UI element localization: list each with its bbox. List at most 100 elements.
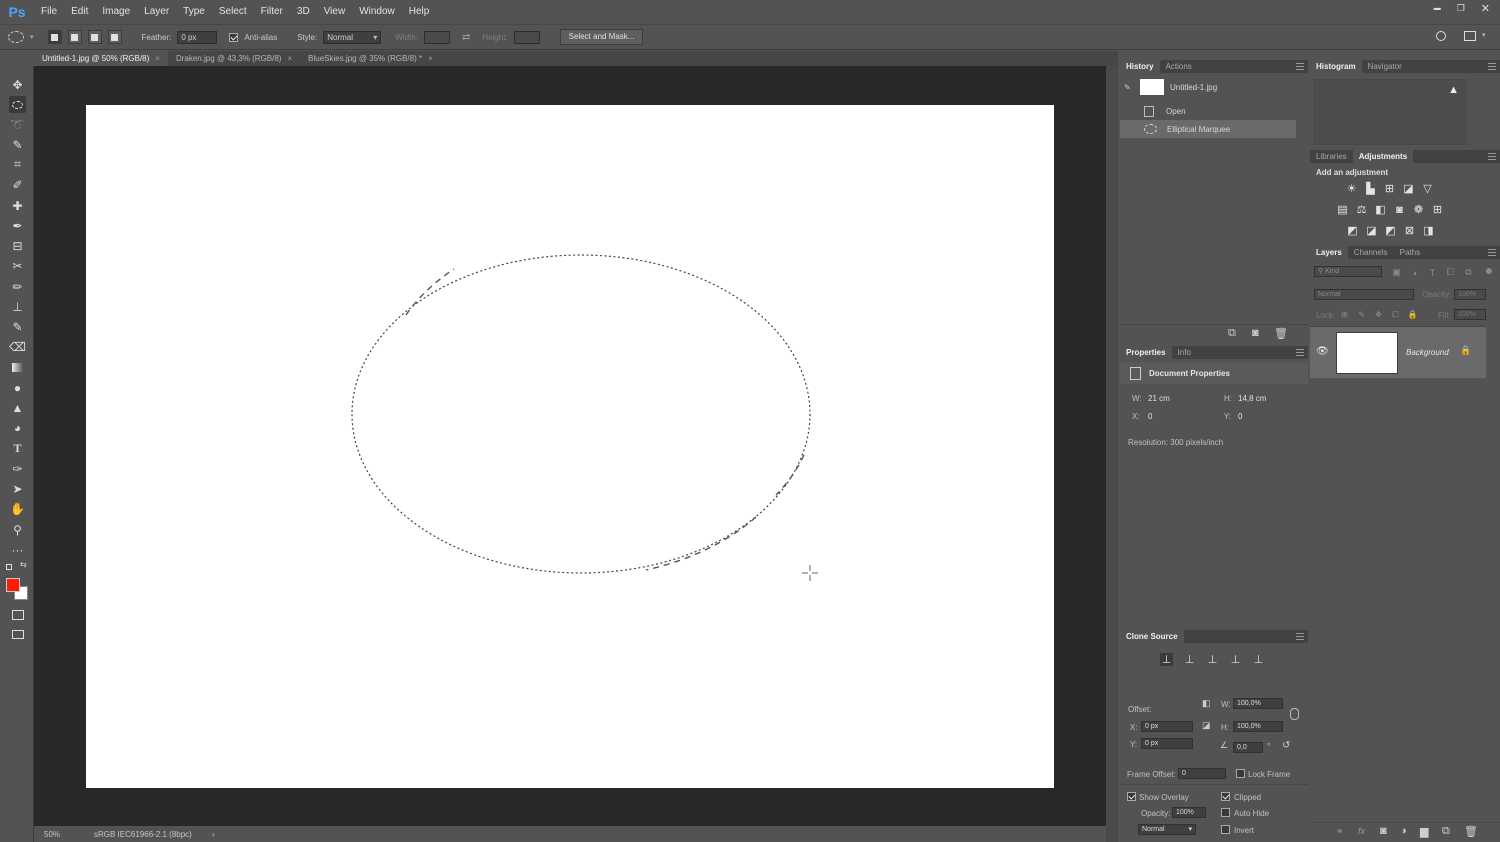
- curves-icon[interactable]: ⊞: [1383, 182, 1396, 195]
- layer-name[interactable]: Background: [1406, 348, 1449, 357]
- clone-stamp-tool-icon[interactable]: ⊟: [9, 237, 26, 254]
- antialias-checkbox[interactable]: [229, 32, 239, 42]
- more-tools-icon[interactable]: ···: [9, 541, 26, 558]
- camera-icon[interactable]: ◙: [1252, 327, 1259, 339]
- tab-close-button[interactable]: ×: [155, 54, 160, 63]
- color-lookup-icon[interactable]: ⊞: [1431, 203, 1444, 216]
- panel-menu-icon[interactable]: [1296, 349, 1304, 356]
- add-to-selection-button[interactable]: [67, 30, 82, 44]
- new-layer-icon[interactable]: ⧉: [1442, 825, 1450, 838]
- clone-w-input[interactable]: 100,0%: [1233, 698, 1283, 709]
- add-mask-icon[interactable]: ◙: [1380, 825, 1387, 837]
- panel-menu-icon[interactable]: [1488, 153, 1496, 160]
- tab-draken[interactable]: Draken.jpg @ 43,3% (RGB/8) ×: [168, 51, 300, 66]
- trash-icon[interactable]: 🗑: [1274, 327, 1288, 340]
- tab-untitled[interactable]: Untitled-1.jpg @ 50% (RGB/8) ×: [34, 51, 168, 66]
- clone-source-4-icon[interactable]: ⊥: [1229, 653, 1242, 666]
- tab-history[interactable]: History: [1120, 60, 1160, 73]
- sharpen-tool-icon[interactable]: ▲: [9, 399, 26, 416]
- blur-tool-icon[interactable]: ●: [9, 379, 26, 396]
- chevron-down-icon[interactable]: ▾: [30, 33, 34, 41]
- selective-color-icon[interactable]: ◨: [1422, 224, 1435, 237]
- tab-histogram[interactable]: Histogram: [1310, 60, 1362, 73]
- new-group-icon[interactable]: ▆: [1420, 825, 1428, 838]
- menu-type[interactable]: Type: [176, 0, 212, 23]
- menu-edit[interactable]: Edit: [64, 0, 95, 23]
- clone-source-3-icon[interactable]: ⊥: [1206, 653, 1219, 666]
- show-overlay-checkbox[interactable]: [1127, 792, 1136, 801]
- history-item-open[interactable]: Open: [1120, 102, 1296, 120]
- invert-checkbox[interactable]: [1221, 825, 1230, 834]
- fill-input[interactable]: 100%: [1454, 309, 1486, 320]
- lock-position-icon[interactable]: ✥: [1372, 308, 1385, 321]
- zoom-tool-icon[interactable]: ⚲: [9, 521, 26, 538]
- pen-tool-icon[interactable]: ✑: [9, 460, 26, 477]
- feather-input[interactable]: 0 px: [177, 30, 218, 44]
- tab-close-button[interactable]: ×: [428, 54, 433, 63]
- healing-brush-tool-icon[interactable]: ✚: [9, 197, 26, 214]
- history-brush-icon[interactable]: ✎: [9, 318, 26, 335]
- clone-x-input[interactable]: 0 px: [1141, 721, 1193, 732]
- foreground-color-swatch[interactable]: [6, 578, 20, 592]
- filter-smart-object-icon[interactable]: ⧉: [1462, 266, 1475, 279]
- menu-select[interactable]: Select: [212, 0, 254, 23]
- overlay-mode-select[interactable]: Normal ▾: [1138, 824, 1196, 835]
- style-select[interactable]: Normal ▾: [323, 30, 382, 44]
- select-and-mask-button[interactable]: Select and Mask...: [559, 29, 644, 45]
- subtract-selection-button[interactable]: [87, 30, 102, 44]
- lasso-tool-icon[interactable]: ➰: [9, 116, 26, 133]
- menu-image[interactable]: Image: [95, 0, 137, 23]
- close-button[interactable]: ✕: [1481, 2, 1490, 15]
- exposure-icon[interactable]: ◪: [1402, 182, 1415, 195]
- history-item-elliptical-marquee[interactable]: Elliptical Marquee: [1120, 120, 1296, 138]
- clone-angle-input[interactable]: 0,0: [1233, 742, 1263, 753]
- vibrance-icon[interactable]: ▽: [1421, 182, 1434, 195]
- invert-icon[interactable]: ◩: [1346, 224, 1359, 237]
- lock-frame-checkbox[interactable]: [1236, 769, 1245, 778]
- flip-horizontal-icon[interactable]: ◧: [1202, 698, 1211, 709]
- clone-y-input[interactable]: 0 px: [1141, 738, 1193, 749]
- hand-tool-icon[interactable]: ✋: [9, 500, 26, 517]
- menu-file[interactable]: File: [34, 0, 64, 23]
- quick-mask-icon[interactable]: [9, 606, 26, 623]
- menu-layer[interactable]: Layer: [137, 0, 176, 23]
- opacity-input[interactable]: 100%: [1454, 289, 1486, 300]
- layer-filter-kind[interactable]: ⚲ Kind: [1314, 266, 1382, 277]
- trash-icon[interactable]: 🗑: [1464, 825, 1478, 838]
- eraser-tool-icon[interactable]: ⌫: [9, 338, 26, 355]
- width-value[interactable]: 21 cm: [1148, 394, 1170, 403]
- tab-close-button[interactable]: ×: [287, 54, 292, 63]
- tab-paths[interactable]: Paths: [1394, 246, 1426, 259]
- panel-menu-icon[interactable]: [1296, 633, 1304, 640]
- channel-mixer-icon[interactable]: ❁: [1412, 203, 1425, 216]
- threshold-icon[interactable]: ◩: [1384, 224, 1397, 237]
- chevron-down-icon[interactable]: ▾: [1482, 31, 1486, 39]
- filter-adjustment-icon[interactable]: ◑: [1408, 266, 1421, 279]
- link-layers-icon[interactable]: ⚭: [1336, 826, 1344, 837]
- panel-menu-icon[interactable]: [1488, 63, 1496, 70]
- tab-channels[interactable]: Channels: [1348, 246, 1394, 259]
- tab-properties[interactable]: Properties: [1120, 346, 1172, 359]
- screen-mode-icon[interactable]: [9, 626, 26, 643]
- black-white-icon[interactable]: ◧: [1374, 203, 1387, 216]
- brightness-icon[interactable]: ☀: [1345, 182, 1358, 195]
- lock-artboard-icon[interactable]: ⧠: [1389, 308, 1402, 321]
- history-snapshot[interactable]: ✎ Untitled-1.jpg: [1120, 78, 1296, 96]
- frame-offset-input[interactable]: 0: [1178, 768, 1226, 779]
- crop-tool-icon[interactable]: ⌗: [9, 156, 26, 173]
- path-selection-tool-icon[interactable]: ➤: [9, 480, 26, 497]
- lock-paint-icon[interactable]: ✎: [1355, 308, 1368, 321]
- clone-h-input[interactable]: 100,0%: [1233, 721, 1283, 732]
- vertical-scrollbar[interactable]: [1106, 66, 1118, 842]
- art-brush-tool-icon[interactable]: ✏: [9, 278, 26, 295]
- dodge-tool-icon[interactable]: ◕: [9, 419, 26, 436]
- gradient-map-icon[interactable]: ⊠: [1403, 224, 1416, 237]
- auto-hide-checkbox[interactable]: [1221, 808, 1230, 817]
- new-document-from-state-icon[interactable]: ⧉: [1228, 327, 1236, 340]
- menu-window[interactable]: Window: [352, 0, 402, 23]
- link-icon[interactable]: [1290, 708, 1299, 720]
- new-selection-button[interactable]: [47, 30, 62, 44]
- filter-pixel-icon[interactable]: ▣: [1390, 266, 1403, 279]
- swap-colors-icon[interactable]: ⇆: [20, 560, 27, 569]
- workspace-icon[interactable]: [1464, 31, 1476, 41]
